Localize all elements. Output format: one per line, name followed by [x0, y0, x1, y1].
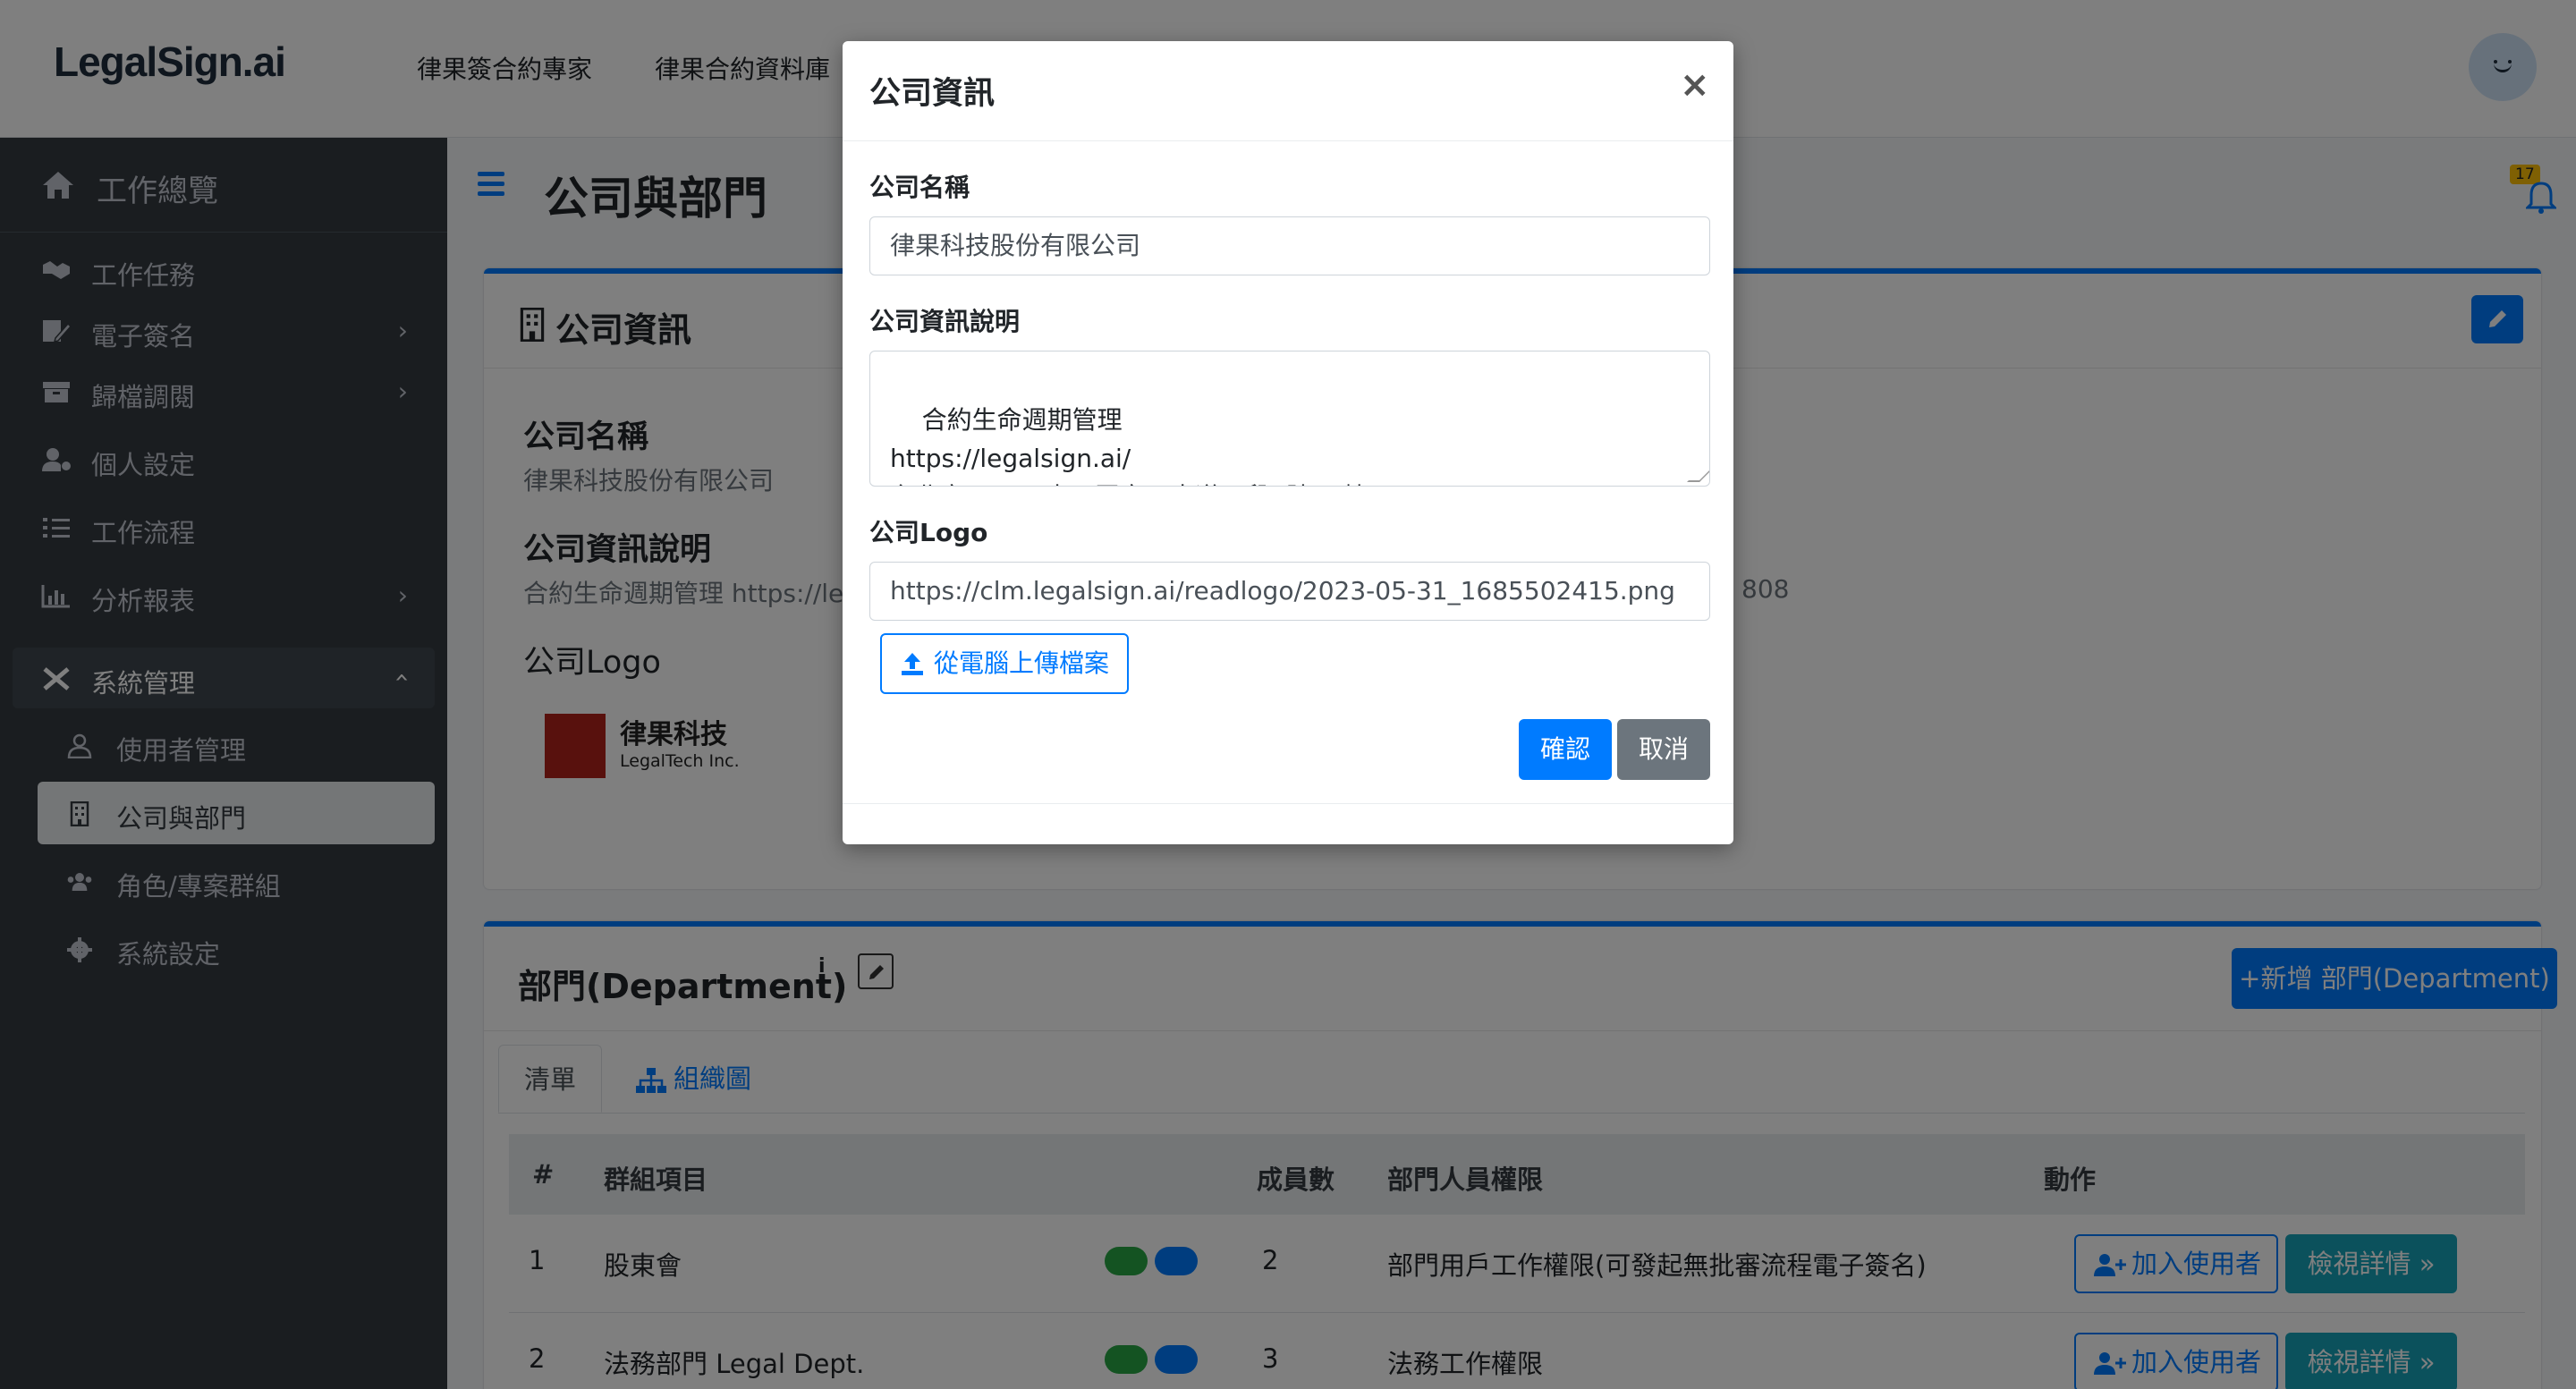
- close-icon[interactable]: ×: [1680, 64, 1710, 106]
- modal-title: 公司資訊: [869, 76, 996, 112]
- company-name-label: 公司名稱: [869, 173, 970, 202]
- company-name-input[interactable]: 律果科技股份有限公司: [869, 216, 1710, 275]
- confirm-button[interactable]: 確認: [1519, 719, 1612, 780]
- company-info-modal: 公司資訊 × 公司名稱 律果科技股份有限公司 公司資訊說明 合約生命週期管理 h…: [843, 41, 1733, 844]
- upload-icon: [902, 653, 923, 675]
- button-label: 從電腦上傳檔案: [934, 648, 1110, 678]
- resize-handle[interactable]: [1687, 470, 1709, 482]
- cancel-button[interactable]: 取消: [1617, 719, 1710, 780]
- company-desc-textarea[interactable]: 合約生命週期管理 https://legalsign.ai/ 台北市10058中…: [869, 351, 1710, 487]
- company-logo-url-input[interactable]: https://clm.legalsign.ai/readlogo/2023-0…: [869, 562, 1710, 621]
- modal-footer-divider: [843, 803, 1733, 804]
- textarea-content: 合約生命週期管理 https://legalsign.ai/ 台北市10058中…: [890, 405, 1368, 486]
- upload-file-button[interactable]: 從電腦上傳檔案: [880, 633, 1129, 694]
- modal-header: 公司資訊 ×: [843, 41, 1733, 141]
- company-desc-label: 公司資訊說明: [869, 307, 1021, 336]
- company-logo-label: 公司Logo: [869, 518, 988, 547]
